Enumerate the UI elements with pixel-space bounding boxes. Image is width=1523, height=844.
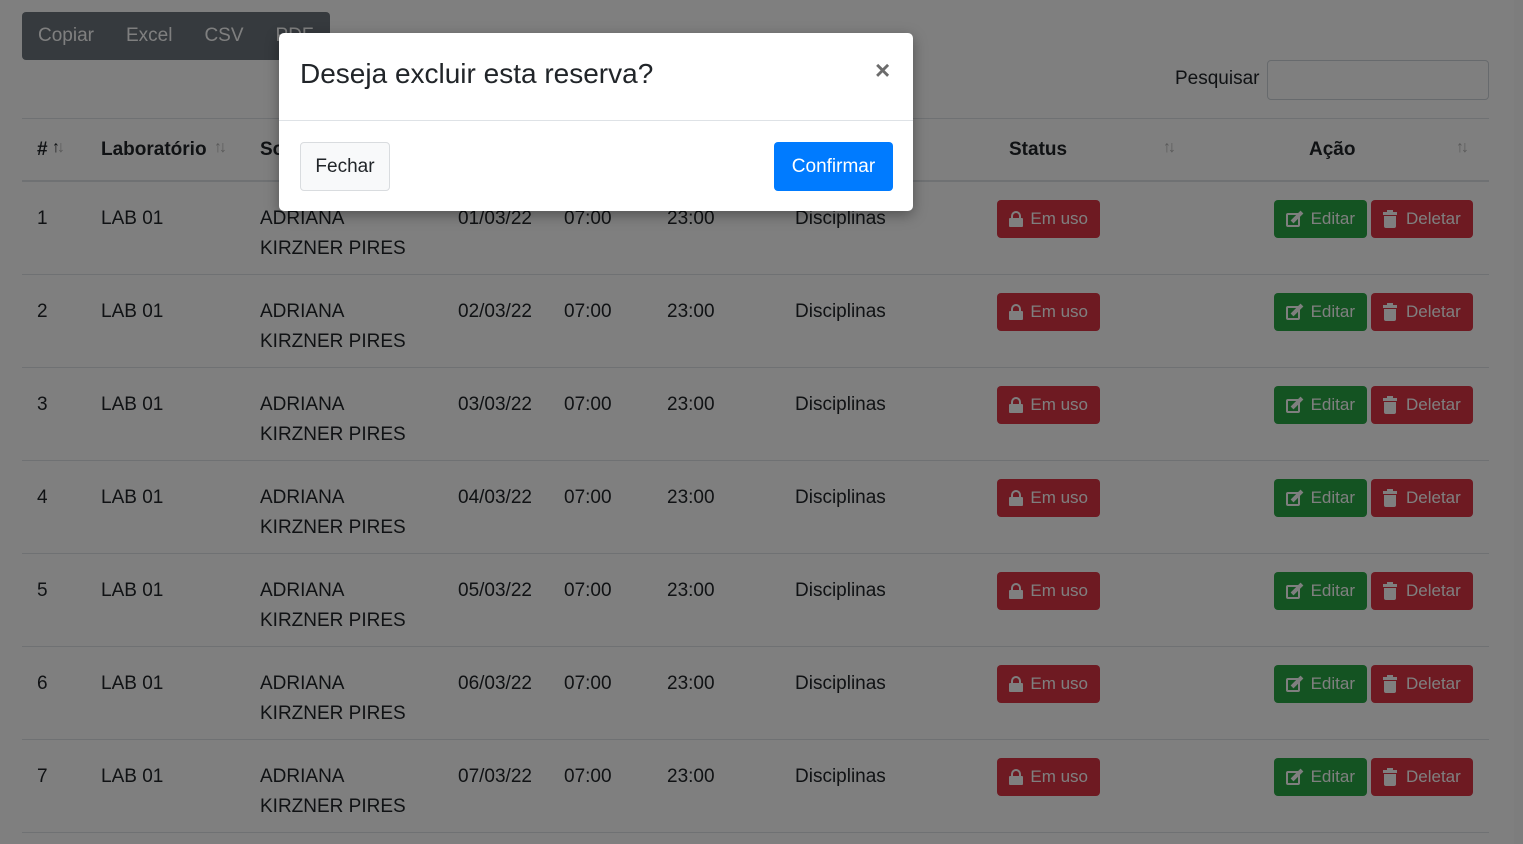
confirm-button[interactable]: Confirmar	[774, 142, 893, 191]
delete-confirm-modal: Deseja excluir esta reserva? × Fechar Co…	[279, 33, 913, 211]
modal-title: Deseja excluir esta reserva?	[300, 58, 654, 89]
scrollbar[interactable]	[1514, 0, 1523, 844]
close-button[interactable]: Fechar	[300, 142, 390, 191]
modal-header: Deseja excluir esta reserva? ×	[279, 33, 913, 121]
close-icon[interactable]: ×	[875, 55, 890, 86]
reservations-page: Copiar Excel CSV PDF Pesquisar # ↑↓ Labo…	[0, 0, 1523, 844]
